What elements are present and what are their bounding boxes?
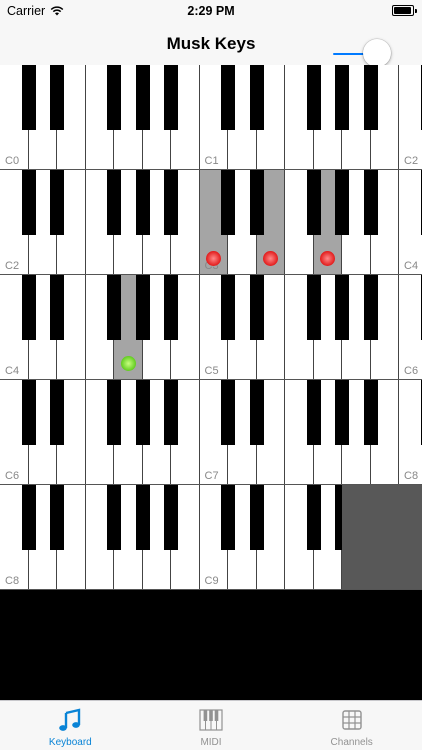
black-key[interactable] bbox=[363, 380, 378, 445]
active-note-dot bbox=[263, 251, 279, 266]
black-key[interactable] bbox=[164, 275, 178, 340]
tab-midi-label: MIDI bbox=[200, 737, 222, 748]
black-key[interactable] bbox=[50, 65, 64, 130]
clock-time: 2:29 PM bbox=[187, 4, 235, 18]
keyboard-row: C6 C7 C8 bbox=[0, 380, 422, 485]
black-key[interactable] bbox=[249, 380, 264, 445]
tab-midi[interactable]: MIDI bbox=[141, 701, 282, 750]
octave-label: C8 bbox=[5, 575, 20, 587]
navigation-bar: Musk Keys bbox=[0, 22, 422, 67]
black-key[interactable] bbox=[135, 65, 150, 130]
octave-label: C2 bbox=[5, 260, 20, 272]
octave-label: C1 bbox=[204, 155, 219, 167]
black-key[interactable] bbox=[21, 275, 36, 340]
piano-keys-icon bbox=[199, 709, 223, 731]
black-key[interactable] bbox=[335, 65, 349, 130]
black-key[interactable] bbox=[135, 275, 150, 340]
black-key[interactable] bbox=[221, 170, 235, 235]
black-key[interactable] bbox=[306, 170, 321, 235]
white-key[interactable]: C8 bbox=[399, 380, 422, 484]
black-key[interactable] bbox=[107, 275, 121, 340]
black-key[interactable] bbox=[363, 65, 378, 130]
black-key[interactable] bbox=[335, 170, 349, 235]
octave-label: C6 bbox=[404, 365, 419, 377]
octave-label: C5 bbox=[204, 365, 219, 377]
active-note-dot bbox=[320, 251, 336, 266]
tab-channels-label: Channels bbox=[330, 737, 373, 748]
black-key[interactable] bbox=[50, 380, 64, 445]
grid-icon bbox=[341, 710, 362, 730]
white-key[interactable]: C4 bbox=[399, 170, 422, 274]
tab-bar: Keyboard MIDI Channels bbox=[0, 700, 422, 750]
black-key[interactable] bbox=[221, 65, 235, 130]
white-key[interactable]: C6 bbox=[399, 275, 422, 379]
black-key[interactable] bbox=[107, 380, 121, 445]
octave-label: C9 bbox=[204, 575, 219, 587]
black-key[interactable] bbox=[107, 485, 121, 550]
octave-label: C2 bbox=[404, 155, 419, 167]
keyboard-row: C8 C9 bbox=[0, 485, 422, 590]
black-key[interactable] bbox=[306, 485, 321, 550]
octave-label: C0 bbox=[5, 155, 20, 167]
black-key[interactable] bbox=[363, 170, 378, 235]
black-key[interactable] bbox=[50, 170, 64, 235]
octave-label: C4 bbox=[5, 365, 20, 377]
black-key[interactable] bbox=[50, 485, 64, 550]
black-key[interactable] bbox=[164, 380, 178, 445]
slider-thumb[interactable] bbox=[363, 39, 392, 67]
tab-channels[interactable]: Channels bbox=[281, 701, 422, 750]
black-key[interactable] bbox=[306, 275, 321, 340]
black-key[interactable] bbox=[135, 485, 150, 550]
black-key[interactable] bbox=[135, 170, 150, 235]
black-key[interactable] bbox=[21, 380, 36, 445]
battery-icon bbox=[392, 5, 417, 16]
octave-label: C8 bbox=[404, 470, 419, 482]
black-key[interactable] bbox=[164, 485, 178, 550]
black-key[interactable] bbox=[335, 275, 349, 340]
tab-keyboard[interactable]: Keyboard bbox=[0, 701, 141, 750]
keyboard-row: C0 C1 C2 bbox=[0, 65, 422, 170]
status-bar: Carrier 2:29 PM bbox=[0, 0, 422, 22]
black-key[interactable] bbox=[221, 380, 235, 445]
black-key[interactable] bbox=[306, 380, 321, 445]
music-note-icon bbox=[59, 708, 81, 731]
black-key[interactable] bbox=[363, 275, 378, 340]
black-key[interactable] bbox=[50, 275, 64, 340]
black-key[interactable] bbox=[21, 65, 36, 130]
black-key[interactable] bbox=[306, 65, 321, 130]
octave-label: C6 bbox=[5, 470, 20, 482]
keyboard-row: C4 C5 C6 bbox=[0, 275, 422, 380]
unused-keyboard-area bbox=[342, 485, 422, 589]
active-note-dot bbox=[120, 356, 136, 371]
black-key[interactable] bbox=[249, 275, 264, 340]
black-key[interactable] bbox=[221, 275, 235, 340]
black-key[interactable] bbox=[249, 65, 264, 130]
piano-keyboard[interactable]: C0 C1 C2 C2 C3 C4 C4 C5 C6 C6 C7 C8 C8 C9 bbox=[0, 65, 422, 590]
black-key[interactable] bbox=[21, 485, 36, 550]
black-key[interactable] bbox=[335, 380, 349, 445]
black-key[interactable] bbox=[249, 485, 264, 550]
black-key[interactable] bbox=[249, 170, 264, 235]
keyboard-row: C2 C3 C4 bbox=[0, 170, 422, 275]
octave-label: C7 bbox=[204, 470, 219, 482]
white-key[interactable]: C2 bbox=[399, 65, 422, 169]
black-key[interactable] bbox=[135, 380, 150, 445]
octave-label: C4 bbox=[404, 260, 419, 272]
active-note-dot bbox=[206, 251, 222, 266]
black-key[interactable] bbox=[107, 65, 121, 130]
black-key[interactable] bbox=[164, 65, 178, 130]
black-key[interactable] bbox=[221, 485, 235, 550]
black-key[interactable] bbox=[164, 170, 178, 235]
black-key[interactable] bbox=[21, 170, 36, 235]
black-key[interactable] bbox=[107, 170, 121, 235]
tab-keyboard-label: Keyboard bbox=[48, 737, 92, 748]
